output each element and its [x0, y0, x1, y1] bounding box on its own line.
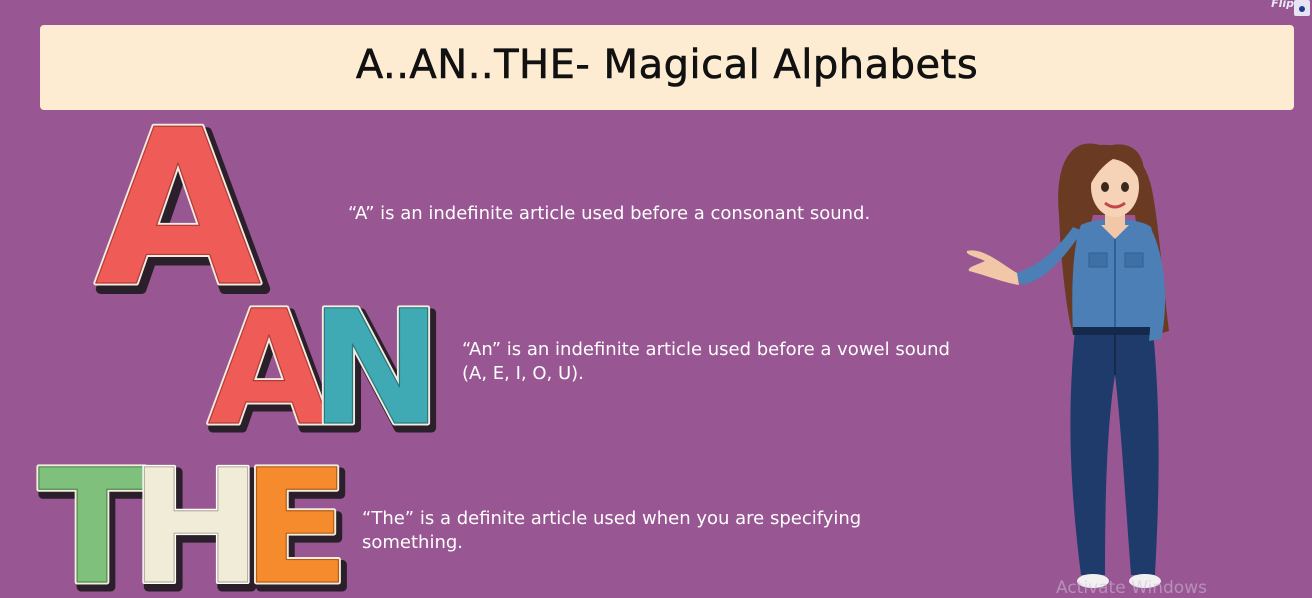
letters-artwork: A A A A A A N N N T T T H H H E E E	[36, 81, 451, 594]
article-an-description: “An” is an indefinite article used befor…	[462, 339, 950, 384]
flip-label: Flip	[1271, 0, 1294, 10]
svg-text:N: N	[310, 277, 442, 461]
svg-text:E: E	[242, 436, 350, 593]
article-the-description: “The” is a definite article used when yo…	[362, 508, 862, 553]
letter-the-art: T T T H H H E E E	[36, 434, 359, 594]
teacher-woman-illustration	[966, 143, 1169, 588]
flip-widget[interactable]: Flip	[1271, 0, 1312, 18]
flip-widget-icon[interactable]	[1294, 0, 1310, 16]
article-a-description: “A” is an indefinite article used before…	[348, 203, 871, 224]
windows-activation-watermark: Activate Windows	[1056, 578, 1207, 598]
